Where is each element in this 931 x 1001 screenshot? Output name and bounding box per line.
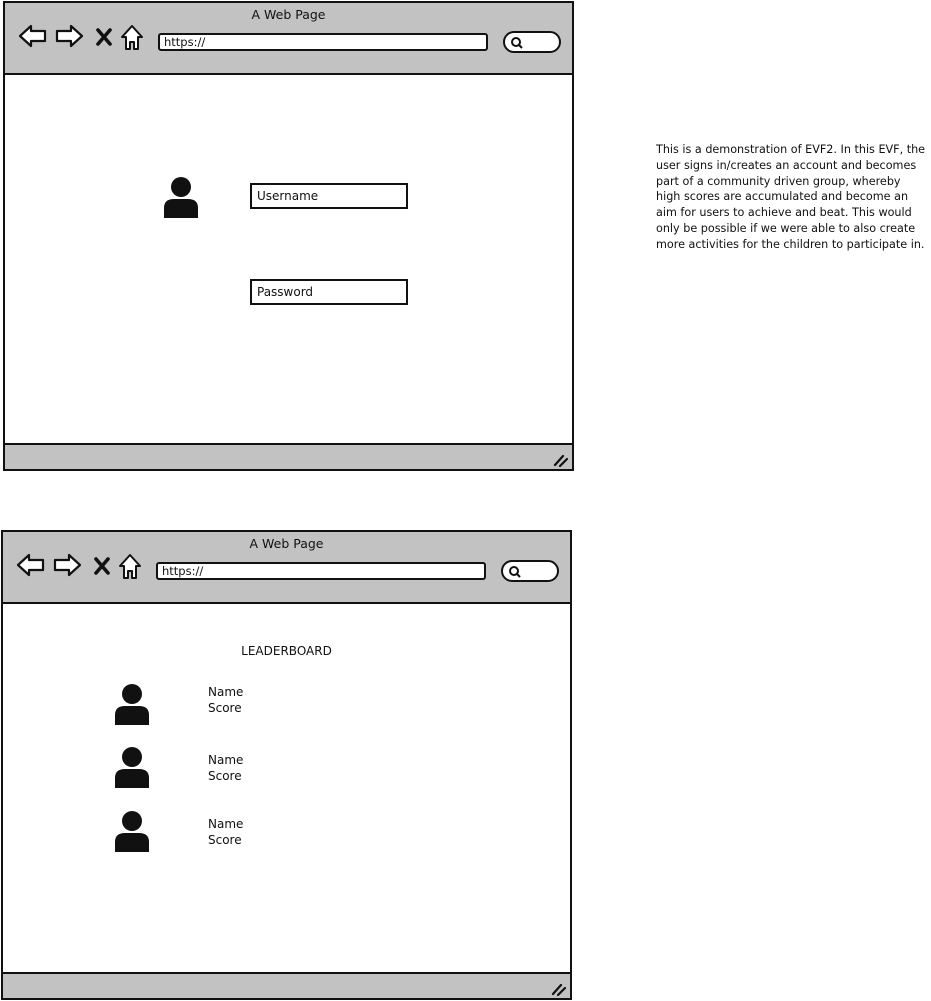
forward-arrow-icon[interactable] — [52, 552, 82, 578]
page-content: Username Password — [5, 75, 572, 443]
close-icon[interactable] — [95, 27, 113, 47]
login-browser-window: A Web Page https:// Username Password — [3, 1, 574, 471]
forward-arrow-icon[interactable] — [54, 23, 84, 49]
entry-name: Name — [208, 817, 244, 831]
back-arrow-icon[interactable] — [18, 23, 48, 49]
leaderboard-browser-window: A Web Page https:// LEADERBOARD Name Sco… — [1, 530, 572, 1000]
user-icon — [115, 684, 149, 725]
back-arrow-icon[interactable] — [16, 552, 46, 578]
username-field[interactable]: Username — [250, 183, 408, 209]
window-title: A Web Page — [251, 7, 326, 22]
window-title: A Web Page — [249, 536, 324, 551]
search-icon — [511, 37, 523, 49]
browser-toolbar: A Web Page https:// — [5, 3, 572, 75]
search-button[interactable] — [503, 31, 561, 53]
leaderboard-heading: LEADERBOARD — [241, 644, 332, 658]
home-icon[interactable] — [120, 24, 144, 52]
password-field[interactable]: Password — [250, 279, 408, 305]
home-icon[interactable] — [118, 553, 142, 581]
search-button[interactable] — [501, 560, 559, 582]
entry-score: Score — [208, 833, 242, 847]
resize-grip-icon[interactable] — [553, 453, 569, 467]
entry-score: Score — [208, 769, 242, 783]
entry-score: Score — [208, 701, 242, 715]
user-icon — [164, 177, 198, 218]
status-bar — [5, 443, 572, 469]
status-bar — [3, 972, 570, 998]
user-icon — [115, 747, 149, 788]
user-icon — [115, 811, 149, 852]
browser-toolbar: A Web Page https:// — [3, 532, 570, 604]
address-bar[interactable]: https:// — [158, 33, 488, 51]
annotation-note: This is a demonstration of EVF2. In this… — [656, 143, 926, 251]
search-icon — [509, 566, 521, 578]
resize-grip-icon[interactable] — [551, 982, 567, 996]
close-icon[interactable] — [93, 556, 111, 576]
address-bar[interactable]: https:// — [156, 562, 486, 580]
entry-name: Name — [208, 753, 244, 767]
page-content: LEADERBOARD Name Score Name Score Name S… — [3, 604, 570, 972]
entry-name: Name — [208, 685, 244, 699]
